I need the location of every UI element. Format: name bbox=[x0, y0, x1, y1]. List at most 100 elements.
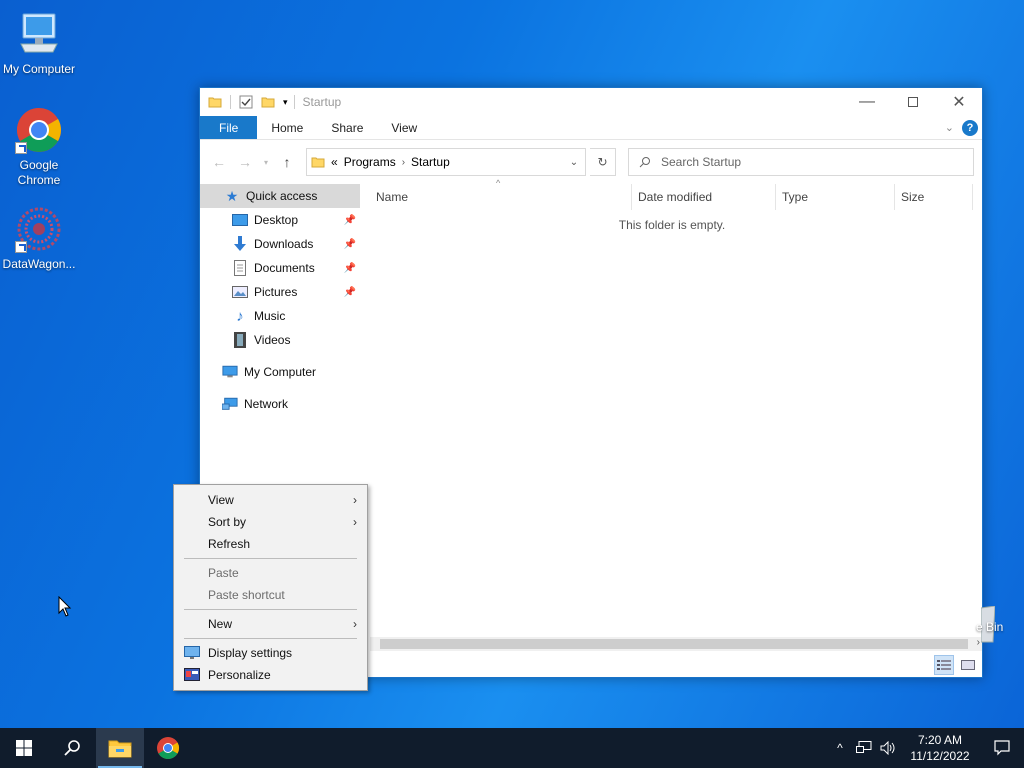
tab-share[interactable]: Share bbox=[317, 116, 377, 139]
system-tray: ^ 7:20 AM 11/12/2022 bbox=[828, 728, 1024, 768]
address-dropdown-icon[interactable]: ⌄ bbox=[563, 157, 585, 168]
desktop-icon-label: e Bin bbox=[976, 620, 1004, 634]
menu-item-new[interactable]: New › bbox=[174, 613, 367, 635]
search-box[interactable] bbox=[628, 148, 974, 176]
show-hidden-icons-button[interactable]: ^ bbox=[828, 728, 852, 768]
action-center-button[interactable] bbox=[980, 728, 1024, 768]
tab-home[interactable]: Home bbox=[257, 116, 317, 139]
back-button[interactable]: ← bbox=[208, 151, 230, 173]
menu-item-label: Paste shortcut bbox=[208, 588, 285, 602]
properties-icon[interactable] bbox=[239, 95, 253, 109]
tab-file[interactable]: File bbox=[200, 116, 258, 139]
column-size[interactable]: Size bbox=[895, 184, 973, 210]
taskbar-chrome[interactable] bbox=[144, 728, 192, 768]
nav-videos[interactable]: Videos bbox=[200, 328, 360, 352]
forward-button[interactable]: → bbox=[234, 151, 256, 173]
nav-label: Videos bbox=[254, 333, 291, 347]
taskbar-clock[interactable]: 7:20 AM 11/12/2022 bbox=[900, 732, 980, 764]
volume-tray-button[interactable] bbox=[876, 728, 900, 768]
new-folder-icon[interactable] bbox=[261, 95, 275, 109]
menu-separator bbox=[184, 609, 357, 610]
nav-label: Desktop bbox=[254, 213, 299, 227]
nav-downloads[interactable]: Downloads 📌 bbox=[200, 232, 360, 256]
menu-item-label: Paste bbox=[208, 566, 239, 580]
nav-quick-access[interactable]: ★ Quick access bbox=[200, 184, 360, 208]
personalize-icon bbox=[184, 668, 200, 681]
large-icons-view-icon bbox=[961, 660, 975, 670]
nav-desktop[interactable]: Desktop 📌 bbox=[200, 208, 360, 232]
breadcrumb-programs[interactable]: Programs bbox=[344, 155, 396, 169]
qat-dropdown-icon[interactable]: ▾ bbox=[283, 97, 288, 108]
desktop-icon-my-computer[interactable]: My Computer bbox=[1, 10, 77, 77]
network-tray-button[interactable] bbox=[852, 728, 876, 768]
ribbon: File Home Share View ⌄ ? bbox=[200, 116, 982, 140]
nav-pictures[interactable]: Pictures 📌 bbox=[200, 280, 360, 304]
refresh-button[interactable]: ↻ bbox=[590, 148, 616, 176]
pin-icon[interactable]: 📌 bbox=[344, 215, 356, 226]
breadcrumb-overflow[interactable]: « bbox=[331, 155, 338, 169]
details-view-button[interactable] bbox=[934, 655, 954, 675]
chevron-right-icon[interactable]: › bbox=[402, 157, 405, 168]
chevron-up-icon: ^ bbox=[837, 741, 843, 755]
scrollbar-thumb[interactable] bbox=[380, 639, 968, 649]
desktop-icon-google-chrome[interactable]: Google Chrome bbox=[1, 106, 77, 188]
recent-locations-button[interactable]: ▾ bbox=[260, 151, 272, 173]
menu-item-paste: Paste bbox=[174, 562, 367, 584]
nav-label: Documents bbox=[254, 261, 315, 275]
file-list-pane[interactable]: ^ Name Date modified Type Size This fold… bbox=[370, 178, 974, 643]
minimize-button[interactable]: — bbox=[844, 88, 890, 116]
folder-icon bbox=[311, 157, 325, 168]
pin-icon[interactable]: 📌 bbox=[344, 287, 356, 298]
nav-my-computer[interactable]: My Computer bbox=[200, 360, 360, 384]
submenu-arrow-icon: › bbox=[353, 493, 357, 507]
menu-item-display-settings[interactable]: Display settings bbox=[174, 642, 367, 664]
desktop-icon-label: DataWagon... bbox=[2, 257, 76, 271]
menu-item-label: Refresh bbox=[208, 537, 251, 551]
mouse-cursor-icon bbox=[58, 596, 72, 617]
start-button[interactable] bbox=[0, 728, 48, 768]
menu-item-sort-by[interactable]: Sort by › bbox=[174, 511, 367, 533]
desktop-icon-recycle-bin[interactable]: e Bin bbox=[976, 606, 1003, 643]
breadcrumb-startup[interactable]: Startup bbox=[411, 155, 450, 169]
column-type[interactable]: Type bbox=[776, 184, 895, 210]
pin-icon[interactable]: 📌 bbox=[344, 239, 356, 250]
nav-network[interactable]: Network bbox=[200, 392, 360, 416]
menu-item-label: Sort by bbox=[208, 515, 247, 529]
pin-icon[interactable]: 📌 bbox=[344, 263, 356, 274]
desktop-icon-datawagon[interactable]: DataWagon... bbox=[1, 205, 77, 272]
computer-icon bbox=[15, 10, 63, 58]
tab-view[interactable]: View bbox=[377, 116, 431, 139]
nav-label: Downloads bbox=[254, 237, 314, 251]
menu-item-label: View bbox=[208, 493, 234, 507]
column-name[interactable]: Name bbox=[370, 184, 632, 210]
menu-item-personalize[interactable]: Personalize bbox=[174, 664, 367, 686]
submenu-arrow-icon: › bbox=[353, 515, 357, 529]
taskbar-file-explorer[interactable] bbox=[96, 728, 144, 768]
help-icon[interactable]: ? bbox=[962, 119, 978, 136]
up-button[interactable]: ↑ bbox=[276, 151, 298, 173]
horizontal-scrollbar[interactable]: › bbox=[370, 637, 982, 651]
videos-icon bbox=[232, 332, 248, 348]
maximize-button[interactable] bbox=[890, 88, 936, 116]
display-icon bbox=[184, 646, 200, 659]
menu-separator bbox=[184, 638, 357, 639]
close-button[interactable]: ✕ bbox=[936, 88, 982, 116]
desktop-icon bbox=[232, 212, 248, 228]
up-arrow-icon: ↑ bbox=[283, 154, 291, 170]
nav-label: Music bbox=[254, 309, 286, 323]
title-bar[interactable]: ▾ Startup — ✕ bbox=[200, 88, 982, 116]
menu-item-refresh[interactable]: Refresh bbox=[174, 533, 367, 555]
search-button[interactable] bbox=[48, 728, 96, 768]
expand-ribbon-icon[interactable]: ⌄ bbox=[945, 121, 954, 134]
large-icons-view-button[interactable] bbox=[958, 655, 978, 675]
menu-item-label: Display settings bbox=[208, 646, 293, 660]
scroll-right-icon[interactable]: › bbox=[977, 637, 980, 648]
nav-documents[interactable]: Documents 📌 bbox=[200, 256, 360, 280]
nav-music[interactable]: ♪ Music bbox=[200, 304, 360, 328]
search-input[interactable] bbox=[661, 155, 921, 169]
nav-label: Pictures bbox=[254, 285, 298, 299]
network-icon bbox=[856, 741, 872, 753]
column-date-modified[interactable]: Date modified bbox=[632, 184, 776, 210]
menu-item-view[interactable]: View › bbox=[174, 489, 367, 511]
address-bar[interactable]: « Programs › Startup ⌄ bbox=[306, 148, 586, 176]
